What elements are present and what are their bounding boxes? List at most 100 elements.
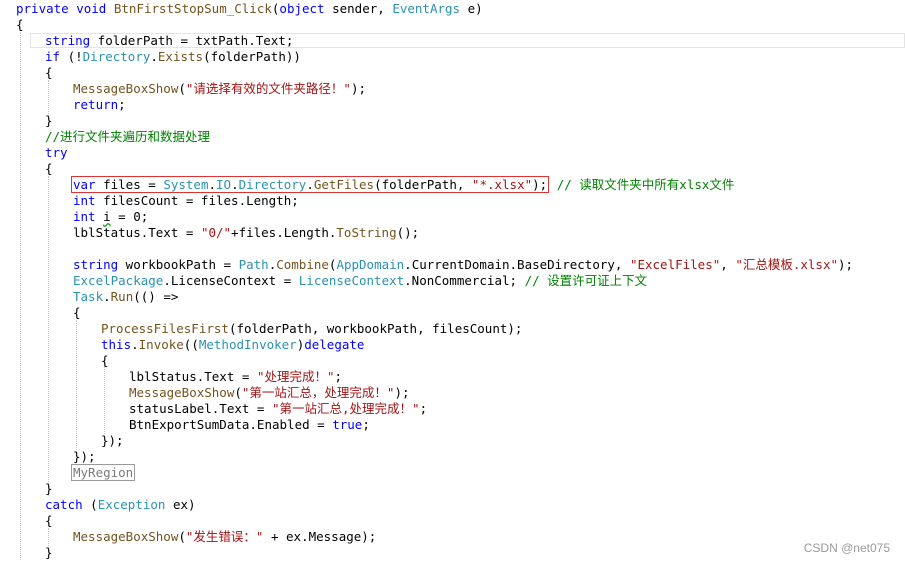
code-token: );	[394, 385, 410, 400]
code-line[interactable]: ProcessFilesFirst(folderPath, workbookPa…	[101, 321, 522, 337]
code-token: );	[532, 177, 548, 192]
code-token: workbookPath =	[118, 257, 239, 272]
code-token: private void	[16, 1, 114, 16]
code-line[interactable]: this.Invoke((MethodInvoker)delegate	[101, 337, 364, 353]
code-token: this	[101, 337, 132, 352]
code-line[interactable]: MessageBoxShow("请选择有效的文件夹路径！");	[73, 81, 366, 97]
code-token: }	[45, 113, 53, 128]
indent-guide	[104, 360, 105, 440]
code-token: int	[73, 209, 96, 224]
code-line[interactable]: }	[45, 545, 53, 561]
code-line[interactable]: int filesCount = files.Length;	[73, 193, 299, 209]
collapsed-region[interactable]: MyRegion	[71, 464, 136, 481]
indent-guide	[76, 320, 77, 456]
code-token: AppDomain	[336, 257, 405, 272]
code-token: MessageBoxShow	[73, 81, 179, 96]
code-editor[interactable]: private void BtnFirstStopSum_Click (objec…	[0, 0, 905, 564]
code-token: delegate	[304, 337, 365, 352]
code-line[interactable]: MessageBoxShow("第一站汇总，处理完成！");	[129, 385, 410, 401]
code-token: }	[45, 545, 53, 560]
code-token: files =	[95, 177, 164, 192]
code-token: object	[279, 1, 325, 16]
code-token: .NonCommercial;	[404, 273, 525, 288]
code-line[interactable]: int i = 0;	[73, 209, 148, 225]
code-token: (	[82, 497, 98, 512]
code-token: //进行文件夹遍历和数据处理	[45, 129, 211, 144]
code-line[interactable]: lblStatus.Text = "处理完成！";	[129, 369, 342, 385]
code-token: .	[306, 177, 314, 192]
code-token: "请选择有效的文件夹路径！"	[185, 81, 351, 96]
code-token: }	[45, 481, 53, 496]
code-line[interactable]: MessageBoxShow("发生错误：" + ex.Message);	[73, 529, 376, 545]
code-token: string	[73, 257, 119, 272]
code-token: "*.xlsx"	[471, 177, 533, 192]
indent-guide	[20, 32, 21, 560]
code-token: Exception	[97, 497, 166, 512]
code-line[interactable]: }	[45, 481, 53, 497]
code-line[interactable]: {	[73, 305, 81, 321]
code-token: e)	[460, 1, 483, 16]
code-token: +files.Length.	[231, 225, 337, 240]
code-token: ((	[183, 337, 199, 352]
code-token: EventArgs	[392, 1, 461, 16]
code-line[interactable]: private void BtnFirstStopSum_Click(objec…	[16, 1, 483, 17]
code-line[interactable]: catch (Exception ex)	[45, 497, 196, 513]
selection-highlight-box: var files = System.IO.Directory.GetFiles…	[71, 176, 550, 193]
code-token: (	[234, 385, 242, 400]
code-line[interactable]: }	[45, 113, 53, 129]
code-line[interactable]: ExcelPackage.LicenseContext = LicenseCon…	[73, 273, 647, 289]
code-line[interactable]: return;	[73, 97, 126, 113]
code-token: ExcelPackage	[73, 273, 164, 288]
code-line[interactable]: string folderPath = txtPath.Text;	[45, 33, 293, 49]
code-token: ;	[362, 417, 370, 432]
code-line[interactable]: {	[45, 513, 53, 529]
code-token: ToString	[336, 225, 397, 240]
code-line[interactable]: {	[45, 65, 53, 81]
code-token: Task	[73, 289, 104, 304]
code-line[interactable]: var files = System.IO.Directory.GetFiles…	[71, 176, 734, 193]
code-line[interactable]: {	[45, 161, 53, 177]
code-token: "ExcelFiles"	[629, 257, 721, 272]
code-line[interactable]: MyRegion	[71, 464, 136, 481]
code-token: lblStatus.Text =	[73, 225, 201, 240]
code-token: lblStatus.Text =	[129, 369, 257, 384]
code-line[interactable]: BtnExportSumData.Enabled = true;	[129, 417, 370, 433]
code-token: "第一站汇总,处理完成！"	[272, 401, 420, 416]
code-line[interactable]: });	[101, 433, 124, 449]
code-token: Directory	[238, 177, 307, 192]
indent-guide	[48, 176, 49, 496]
code-token: catch	[45, 497, 83, 512]
code-token: Exists	[157, 49, 204, 64]
code-token: BtnExportSumData.Enabled =	[129, 417, 333, 432]
code-token-warning: i	[103, 209, 111, 224]
code-token: (	[178, 81, 186, 96]
code-line[interactable]: {	[16, 17, 24, 33]
code-token: MessageBoxShow	[129, 385, 235, 400]
code-token: .	[150, 49, 158, 64]
code-token: (!	[60, 49, 83, 64]
code-token: + ex.Message);	[263, 529, 377, 544]
code-token: GetFiles	[313, 177, 375, 192]
code-line[interactable]: lblStatus.Text = "0/"+files.Length.ToStr…	[73, 225, 419, 241]
code-token: int	[73, 193, 96, 208]
code-line[interactable]: if (!Directory.Exists(folderPath))	[45, 49, 301, 65]
code-line[interactable]: string workbookPath = Path.Combine(AppDo…	[73, 257, 853, 273]
code-token: {	[45, 161, 53, 176]
code-token: Combine	[276, 257, 329, 272]
code-token: filesCount = files.Length;	[95, 193, 299, 208]
code-token: MethodInvoker	[198, 337, 297, 352]
code-line[interactable]: });	[73, 449, 96, 465]
code-line[interactable]: {	[101, 353, 109, 369]
code-line[interactable]: Task.Run(() =>	[73, 289, 178, 305]
code-line[interactable]: statusLabel.Text = "第一站汇总,处理完成！";	[129, 401, 427, 417]
code-token: .	[131, 337, 139, 352]
code-token: Path	[238, 257, 269, 272]
code-token: .	[231, 177, 239, 192]
code-line[interactable]: //进行文件夹遍历和数据处理	[45, 129, 210, 145]
code-token: );	[838, 257, 854, 272]
code-token: (folderPath))	[203, 49, 301, 64]
code-token: ex)	[165, 497, 196, 512]
code-line[interactable]: try	[45, 145, 68, 161]
code-token: .CurrentDomain.BaseDirectory,	[404, 257, 630, 272]
